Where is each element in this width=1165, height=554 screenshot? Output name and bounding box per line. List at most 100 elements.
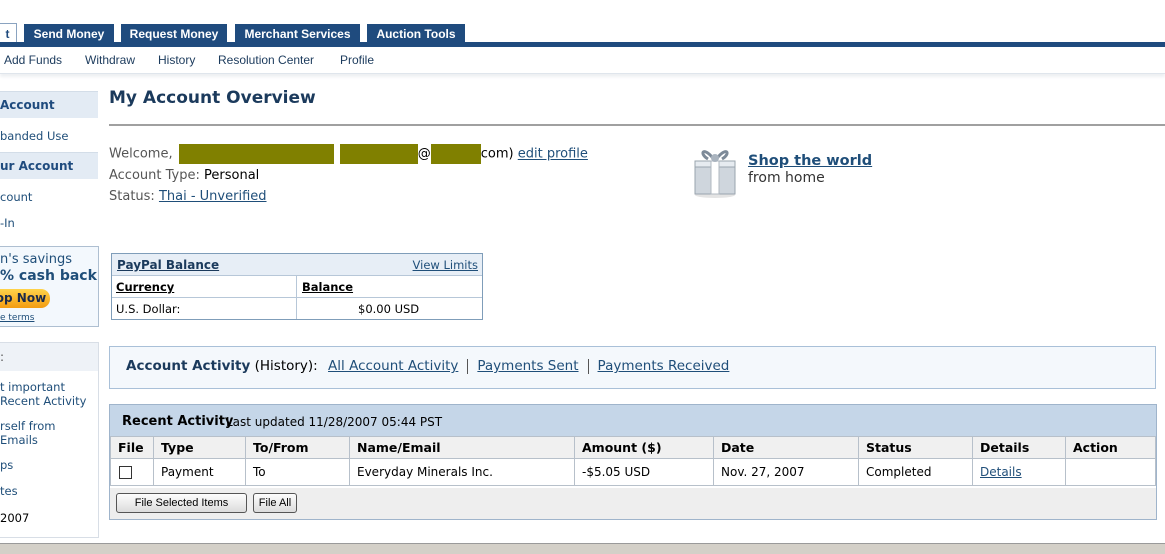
- status-line: Status: Thai - Unverified: [109, 189, 267, 204]
- type-cell: Payment: [153, 458, 246, 486]
- currency-value: U.S. Dollar:: [116, 302, 181, 316]
- name-email-cell: Everyday Minerals Inc.: [349, 458, 575, 486]
- account-type-label: Account Type:: [109, 168, 200, 183]
- account-activity-line: Account Activity (History): All Account …: [126, 358, 729, 374]
- welcome-line: Welcome, @ com) edit profile: [109, 144, 588, 164]
- col-status: Status: [858, 436, 973, 459]
- last-updated: Last updated 11/28/2007 05:44 PST: [226, 415, 443, 429]
- col-to-from: To/From: [245, 436, 350, 459]
- redacted-email-user: [339, 144, 418, 164]
- table-header-row: File Type To/From Name/Email Amount ($) …: [110, 436, 1156, 459]
- status-label: Status:: [109, 189, 155, 204]
- sidebar-tips-box: : t important Recent Activity rself from…: [0, 342, 99, 538]
- link-separator: [587, 358, 589, 374]
- tab-send-money[interactable]: Send Money: [24, 24, 114, 44]
- link-separator: [467, 358, 469, 374]
- subnav-withdraw[interactable]: Withdraw: [85, 53, 135, 67]
- currency-header-cell: Currency: [112, 276, 297, 297]
- col-file: File: [110, 436, 154, 459]
- subnav-add-funds[interactable]: Add Funds: [4, 53, 62, 67]
- sidebar-link-expanded-use[interactable]: banded Use: [0, 129, 68, 143]
- page-title: My Account Overview: [109, 88, 316, 108]
- view-limits-link[interactable]: View Limits: [413, 258, 478, 272]
- tips-line-7: 2007: [0, 511, 30, 525]
- col-type: Type: [153, 436, 246, 459]
- all-account-activity-link[interactable]: All Account Activity: [328, 358, 458, 374]
- date-cell: Nov. 27, 2007: [713, 458, 859, 486]
- col-details: Details: [972, 436, 1066, 459]
- tips-line-5[interactable]: ps: [0, 458, 13, 472]
- col-action: Action: [1065, 436, 1156, 459]
- top-navigation: t Send Money Request Money Merchant Serv…: [0, 0, 1165, 47]
- tips-line-1[interactable]: t important: [0, 380, 65, 394]
- paypal-balance-table: PayPal Balance View Limits Currency Bala…: [111, 253, 483, 320]
- balance-amount: $0.00 USD: [358, 302, 420, 316]
- tips-box-header: :: [0, 343, 98, 371]
- redacted-name: [178, 144, 334, 164]
- tab-merchant-services[interactable]: Merchant Services: [235, 24, 360, 44]
- file-all-button[interactable]: File All: [253, 493, 297, 513]
- welcome-label: Welcome,: [109, 146, 173, 162]
- payments-sent-link[interactable]: Payments Sent: [477, 358, 578, 374]
- currency-header: Currency: [116, 280, 175, 294]
- tips-line-2[interactable]: Recent Activity: [0, 394, 86, 408]
- balance-title: PayPal Balance: [117, 258, 220, 272]
- ad-shop-now-button[interactable]: op Now: [0, 289, 50, 308]
- sidebar-link-account[interactable]: count: [0, 190, 32, 204]
- gift-icon: [694, 150, 736, 198]
- balance-column-header: Balance: [302, 280, 354, 294]
- balance-column-headers: Currency Balance: [112, 276, 482, 298]
- subnav-history[interactable]: History: [158, 53, 195, 67]
- account-activity-bar: Account Activity (History): All Account …: [109, 346, 1156, 389]
- email-tail: com): [480, 146, 514, 162]
- redacted-email-domain: [430, 144, 481, 164]
- sidebar-heading-account: Account: [0, 91, 98, 118]
- file-cell: [110, 458, 154, 486]
- shop-subtitle: from home: [748, 170, 825, 186]
- file-checkbox[interactable]: [119, 466, 132, 479]
- title-divider: [109, 124, 1165, 126]
- status-value-link[interactable]: Thai - Unverified: [159, 189, 267, 204]
- details-cell: Details: [972, 458, 1066, 486]
- tips-line-6[interactable]: tes: [0, 484, 18, 498]
- shop-the-world-link[interactable]: Shop the world: [748, 153, 872, 169]
- col-date: Date: [713, 436, 859, 459]
- email-at: @: [417, 146, 431, 162]
- edit-profile-link[interactable]: edit profile: [518, 147, 588, 162]
- account-type-value: Personal: [204, 168, 260, 183]
- browser-status-bar: [0, 543, 1165, 554]
- recent-activity-header: Recent Activity Last updated 11/28/2007 …: [110, 405, 1156, 436]
- account-type-line: Account Type: Personal: [109, 168, 259, 183]
- subnav-resolution-center[interactable]: Resolution Center: [218, 53, 314, 67]
- subnav-profile[interactable]: Profile: [340, 53, 374, 67]
- file-selected-items-button[interactable]: File Selected Items: [116, 493, 247, 513]
- sidebar-link-log-in[interactable]: -In: [0, 216, 15, 230]
- sidebar-heading-your-account: ur Account: [0, 152, 98, 179]
- col-name-email: Name/Email: [349, 436, 575, 459]
- recent-activity-title: Recent Activity: [122, 414, 234, 429]
- table-footer: File Selected Items File All: [110, 488, 1156, 519]
- tips-line-4[interactable]: Emails: [0, 433, 38, 447]
- tips-line-3[interactable]: rself from: [0, 419, 55, 433]
- account-activity-label: Account Activity: [126, 358, 251, 374]
- shop-promo: Shop the world from home: [748, 153, 872, 186]
- tab-auction-tools[interactable]: Auction Tools: [367, 24, 465, 44]
- recent-activity-panel: Recent Activity Last updated 11/28/2007 …: [109, 404, 1157, 520]
- status-cell: Completed: [858, 458, 973, 486]
- table-row: Payment To Everyday Minerals Inc. -$5.05…: [110, 458, 1156, 486]
- sub-navigation: Add Funds Withdraw History Resolution Ce…: [0, 47, 1165, 74]
- ad-terms-link[interactable]: e terms: [0, 313, 34, 323]
- amount-cell: -$5.05 USD: [574, 458, 714, 486]
- col-amount: Amount ($): [574, 436, 714, 459]
- to-from-cell: To: [245, 458, 350, 486]
- recent-activity-table: File Type To/From Name/Email Amount ($) …: [110, 436, 1156, 486]
- savings-ad-banner[interactable]: n's savings % cash back op Now e terms: [0, 246, 99, 327]
- currency-cell: U.S. Dollar:: [112, 298, 297, 319]
- payments-received-link[interactable]: Payments Received: [598, 358, 730, 374]
- ad-line-1: n's savings: [0, 252, 73, 267]
- ad-line-2: % cash back: [0, 268, 97, 284]
- tab-request-money[interactable]: Request Money: [121, 24, 227, 44]
- details-link[interactable]: Details: [980, 465, 1022, 479]
- action-cell: [1065, 458, 1156, 486]
- balance-row: U.S. Dollar: $0.00 USD: [112, 298, 482, 319]
